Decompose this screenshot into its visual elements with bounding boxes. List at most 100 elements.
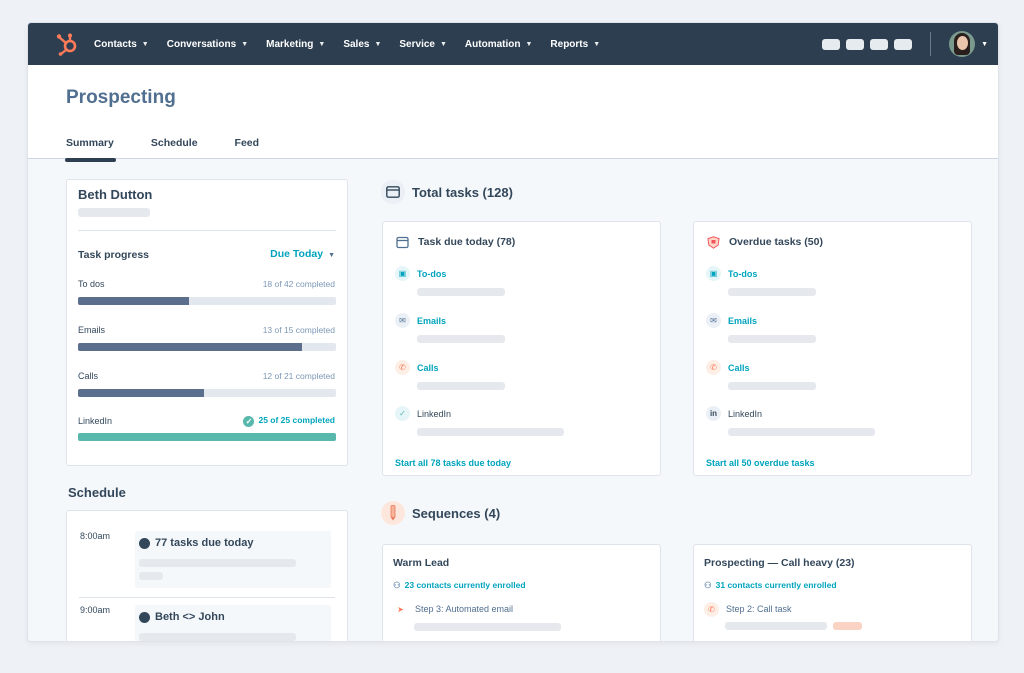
nav-label: Sales	[343, 38, 370, 50]
calendar-icon	[396, 236, 409, 249]
sequences-icon	[381, 501, 405, 525]
hubspot-logo-icon[interactable]	[54, 31, 80, 57]
progress-fill	[78, 389, 205, 397]
overdue-card: Overdue tasks (50) ▣ To-dos ✉ Emails ✆ C…	[693, 221, 972, 476]
linkedin-label: LinkedIn	[728, 409, 763, 419]
nav-label: Reports	[550, 38, 589, 50]
nav-automation[interactable]: Automation ▼	[465, 39, 532, 50]
progress-count-todos: 18 of 42 completed	[262, 279, 335, 289]
event-label: Beth <> John	[155, 611, 225, 623]
schedule-time: 9:00am	[80, 605, 111, 615]
page-title: Prospecting	[66, 87, 176, 108]
chevron-down-icon: ▼	[141, 40, 149, 48]
chevron-down-icon[interactable]: ▼	[981, 41, 988, 48]
event-label: 77 tasks due today	[155, 537, 254, 549]
caret-down-icon: ▼	[328, 252, 335, 259]
schedule-event[interactable]: 77 tasks due today	[135, 531, 331, 588]
todo-link[interactable]: To-dos	[417, 269, 446, 279]
progress-label-todos: To dos	[78, 279, 105, 289]
nav-label: Contacts	[94, 38, 137, 50]
nav-marketing[interactable]: Marketing ▼	[266, 39, 325, 50]
placeholder-bar	[728, 382, 816, 390]
todo-icon: ▣	[395, 266, 410, 281]
chevron-down-icon: ▼	[593, 40, 601, 48]
chevron-down-icon: ▼	[374, 40, 382, 48]
top-nav: Contacts ▼ Conversations ▼ Marketing ▼ Sale…	[28, 23, 998, 65]
people-icon: ⚇	[393, 580, 401, 590]
nav-label: Marketing	[266, 38, 314, 50]
progress-label-linkedin: LinkedIn	[78, 416, 113, 426]
sequence-enrolled[interactable]: ⚇ 23 contacts currently enrolled	[393, 580, 526, 591]
utility-button[interactable]	[894, 38, 913, 50]
placeholder-bar	[728, 335, 816, 343]
due-filter-label: Due Today	[270, 248, 324, 260]
placeholder-bar	[417, 335, 505, 343]
progress-bar-todos	[78, 297, 336, 305]
due-today-title: Task due today (78)	[418, 236, 516, 248]
calls-link[interactable]: Calls	[417, 363, 439, 373]
schedule-event[interactable]: Beth <> John	[135, 605, 331, 641]
sequence-title: Prospecting — Call heavy (23)	[704, 557, 855, 569]
phone-icon: ✆	[704, 602, 719, 617]
schedule-card: 8:00am 77 tasks due today 9:00am Beth <>…	[66, 510, 348, 641]
phone-icon: ✆	[706, 360, 721, 375]
email-icon: ✉	[706, 313, 721, 328]
utility-button[interactable]	[822, 38, 841, 50]
nav-divider	[930, 32, 932, 56]
nav-service[interactable]: Service ▼	[399, 39, 447, 50]
progress-label-emails: Emails	[78, 325, 106, 335]
start-due-today-link[interactable]: Start all 78 tasks due today	[395, 458, 511, 468]
due-filter-dropdown[interactable]: Due Today ▼	[270, 248, 335, 260]
progress-count-linkedin: ✓ 25 of 25 completed	[243, 415, 335, 427]
sequence-step: Step 3: Automated email	[415, 604, 514, 614]
progress-count-calls: 12 of 21 completed	[262, 371, 335, 381]
todo-icon: ▣	[706, 266, 721, 281]
sequence-enrolled[interactable]: ⚇ 31 contacts currently enrolled	[704, 580, 837, 591]
user-name: Beth Dutton	[78, 187, 153, 202]
task-progress-label: Task progress	[78, 249, 150, 261]
start-overdue-link[interactable]: Start all 50 overdue tasks	[706, 458, 815, 468]
enrolled-text: 23 contacts currently enrolled	[404, 580, 526, 590]
email-link[interactable]: Emails	[417, 316, 446, 326]
nav-contacts[interactable]: Contacts ▼	[94, 39, 149, 50]
nav-conversations[interactable]: Conversations ▼	[167, 39, 248, 50]
todo-link[interactable]: To-dos	[728, 269, 757, 279]
placeholder-bar	[139, 633, 296, 641]
sequence-step: Step 2: Call task	[726, 604, 792, 614]
sequence-card[interactable]: Warm Lead ⚇ 23 contacts currently enrolle…	[382, 544, 661, 641]
chevron-down-icon: ▼	[439, 40, 447, 48]
chevron-down-icon: ▼	[241, 40, 249, 48]
email-link[interactable]: Emails	[728, 316, 757, 326]
calls-link[interactable]: Calls	[728, 363, 750, 373]
nav-sales[interactable]: Sales ▼	[343, 39, 381, 50]
email-icon: ✉	[395, 313, 410, 328]
schedule-heading: Schedule	[68, 485, 126, 500]
tab-summary[interactable]: Summary	[65, 137, 116, 162]
avatar[interactable]	[949, 31, 976, 57]
schedule-time: 8:00am	[80, 531, 111, 541]
utility-button[interactable]	[846, 38, 865, 50]
utility-button[interactable]	[870, 38, 889, 50]
enrolled-text: 31 contacts currently enrolled	[715, 580, 837, 590]
progress-label-calls: Calls	[78, 371, 99, 381]
nav-reports[interactable]: Reports ▼	[550, 39, 600, 50]
linkedin-icon: in	[706, 406, 721, 421]
tab-bar: Summary Schedule Feed	[65, 137, 296, 162]
divider	[79, 597, 335, 598]
phone-icon: ✆	[395, 360, 410, 375]
progress-count-text: 25 of 25 completed	[258, 415, 335, 425]
placeholder-bar	[139, 559, 296, 567]
progress-fill	[78, 433, 336, 441]
total-tasks-heading: Total tasks (128)	[412, 185, 513, 200]
tab-schedule[interactable]: Schedule	[151, 137, 198, 159]
progress-fill	[78, 343, 303, 351]
tab-feed[interactable]: Feed	[235, 137, 260, 159]
nav-utilities: ▼	[816, 23, 988, 65]
placeholder-bar	[417, 288, 505, 296]
sequence-card[interactable]: Prospecting — Call heavy (23) ⚇ 31 contac…	[693, 544, 972, 641]
overdue-title: Overdue tasks (50)	[729, 236, 823, 248]
event-dot-icon	[139, 612, 150, 623]
progress-bar-calls	[78, 389, 336, 397]
progress-bar-emails	[78, 343, 336, 351]
event-dot-icon	[139, 538, 150, 549]
